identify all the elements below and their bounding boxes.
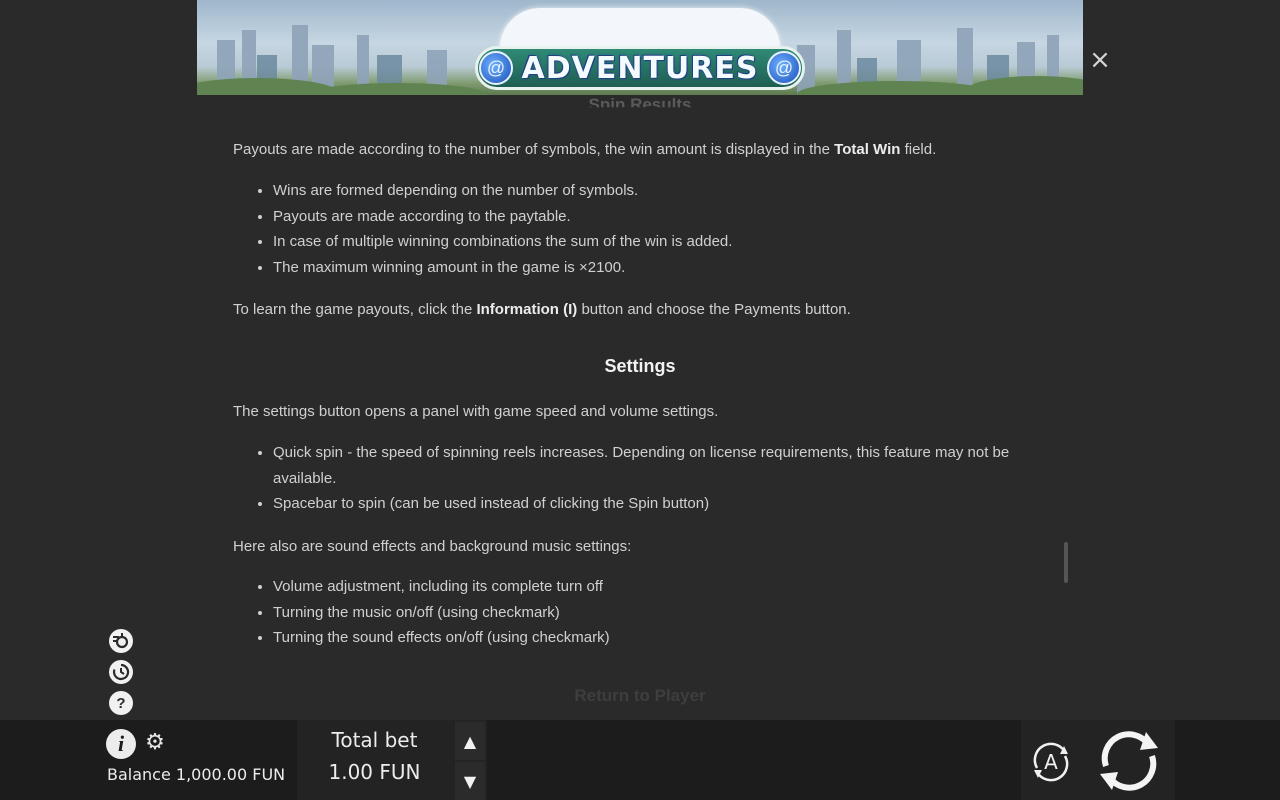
text-bold: Information (I) xyxy=(476,301,578,318)
logo-plate: ADVENTURES xyxy=(475,46,805,90)
logo-title: ADVENTURES xyxy=(521,50,759,86)
text: button and choose the Payments button. xyxy=(577,301,851,318)
autoplay-letter: A xyxy=(1044,750,1058,774)
payouts-intro: Payouts are made according to the number… xyxy=(233,137,1047,163)
info-button[interactable]: i xyxy=(106,729,136,759)
turbo-spin-icon[interactable] xyxy=(109,629,133,653)
sound-intro: Here also are sound effects and backgrou… xyxy=(233,538,632,555)
list-item: Spacebar to spin (can be used instead of… xyxy=(273,491,1053,517)
text-bold: Total Win xyxy=(834,141,901,158)
text: To learn the game payouts, click the xyxy=(233,301,477,318)
help-glyph: ? xyxy=(116,694,126,712)
total-bet-label: Total bet xyxy=(331,728,418,752)
info-icon: i xyxy=(117,731,125,756)
autoplay-button[interactable]: A xyxy=(1027,738,1075,786)
scrollbar-thumb[interactable] xyxy=(1064,542,1068,583)
game-banner: ADVENTURES @ @ xyxy=(197,0,1083,95)
spin-button[interactable] xyxy=(1094,728,1164,794)
section-heading-faded: Spin Results xyxy=(588,95,692,114)
swirl-orb-icon: @ xyxy=(479,51,513,85)
text: Payouts are made according to the number… xyxy=(233,141,835,158)
bet-increase-button[interactable]: ▲ xyxy=(455,722,485,760)
close-button[interactable]: × xyxy=(1087,47,1113,73)
rules-content[interactable]: Spin Results Payouts are made according … xyxy=(233,95,1053,705)
gear-icon: ⚙ xyxy=(145,730,165,755)
turbo-spin-glyph xyxy=(110,630,132,652)
list-item: The maximum winning amount in the game i… xyxy=(273,255,1053,281)
arrow-down-icon: ▼ xyxy=(463,771,477,791)
list-item: Turning the sound effects on/off (using … xyxy=(273,625,1053,651)
history-icon[interactable] xyxy=(109,660,133,684)
balance-label: Balance xyxy=(107,765,171,784)
settings-heading: Settings xyxy=(604,356,676,376)
settings-button[interactable]: ⚙ xyxy=(143,731,167,755)
list-item: Quick spin - the speed of spinning reels… xyxy=(273,440,1053,491)
learn-payouts-text: To learn the game payouts, click the Inf… xyxy=(233,297,1047,323)
close-icon: × xyxy=(1089,45,1111,75)
total-bet-value: 1.00 FUN xyxy=(328,760,421,784)
game-logo: ADVENTURES @ @ xyxy=(475,8,805,92)
list-item: Turning the music on/off (using checkmar… xyxy=(273,600,1053,626)
spin-icon xyxy=(1100,731,1158,791)
balance-value: 1,000.00 FUN xyxy=(175,765,286,784)
bet-decrease-button[interactable]: ▼ xyxy=(455,762,485,800)
swirl-orb-icon: @ xyxy=(767,51,801,85)
balance-display: Balance 1,000.00 FUN xyxy=(107,765,285,784)
history-glyph xyxy=(110,661,132,683)
settings-intro: The settings button opens a panel with g… xyxy=(233,403,719,420)
text: field. xyxy=(900,141,937,158)
arrow-up-icon: ▲ xyxy=(463,731,477,751)
list-item: Payouts are made according to the paytab… xyxy=(273,204,1053,230)
list-item: Wins are formed depending on the number … xyxy=(273,178,1053,204)
sound-bullets: Volume adjustment, including its complet… xyxy=(233,574,1053,651)
section-heading-faded: Return to Player xyxy=(574,686,706,705)
autoplay-icon: A xyxy=(1033,742,1069,782)
help-icon[interactable]: ? xyxy=(109,691,133,715)
settings-bullets: Quick spin - the speed of spinning reels… xyxy=(233,440,1053,517)
payout-bullets: Wins are formed depending on the number … xyxy=(233,178,1053,280)
list-item: In case of multiple winning combinations… xyxy=(273,229,1053,255)
list-item: Volume adjustment, including its complet… xyxy=(273,574,1053,600)
